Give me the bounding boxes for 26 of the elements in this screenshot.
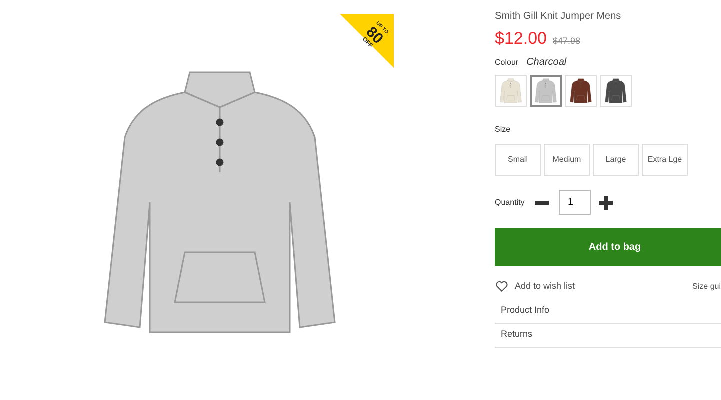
size-label: Size [495,124,512,136]
accordion-row[interactable]: Product Info [495,300,721,324]
colour-swatch[interactable] [530,75,562,107]
wishlist-link[interactable]: Add to wish list [515,280,576,294]
accordion-row[interactable]: Returns [495,324,721,348]
size-option[interactable]: Medium [544,144,590,176]
size-option[interactable]: Small [495,144,541,176]
add-to-bag-button[interactable]: Add to bag [495,228,721,266]
sweater-icon [534,77,558,105]
size-guide-link[interactable]: Size gui [692,280,721,293]
plus-icon[interactable] [599,196,613,210]
sweater-icon [569,77,593,105]
sweater-icon [604,77,628,105]
old-price: $47.98 [553,34,581,48]
minus-button[interactable] [535,200,549,204]
discount-badge [340,14,394,68]
size-option[interactable]: Large [593,144,639,176]
price: $12.00 [495,28,547,50]
colour-value: Charcoal [526,56,567,70]
size-option[interactable]: Extra Lge [642,144,688,176]
heart-icon [495,280,509,294]
quantity-field[interactable]: 1 [559,190,591,215]
product-title: Smith Gill Knit Jumper Mens [495,11,622,24]
quantity-label: Quantity [495,196,526,208]
colour-label: Colour [495,57,519,69]
sweater-icon [499,77,523,105]
